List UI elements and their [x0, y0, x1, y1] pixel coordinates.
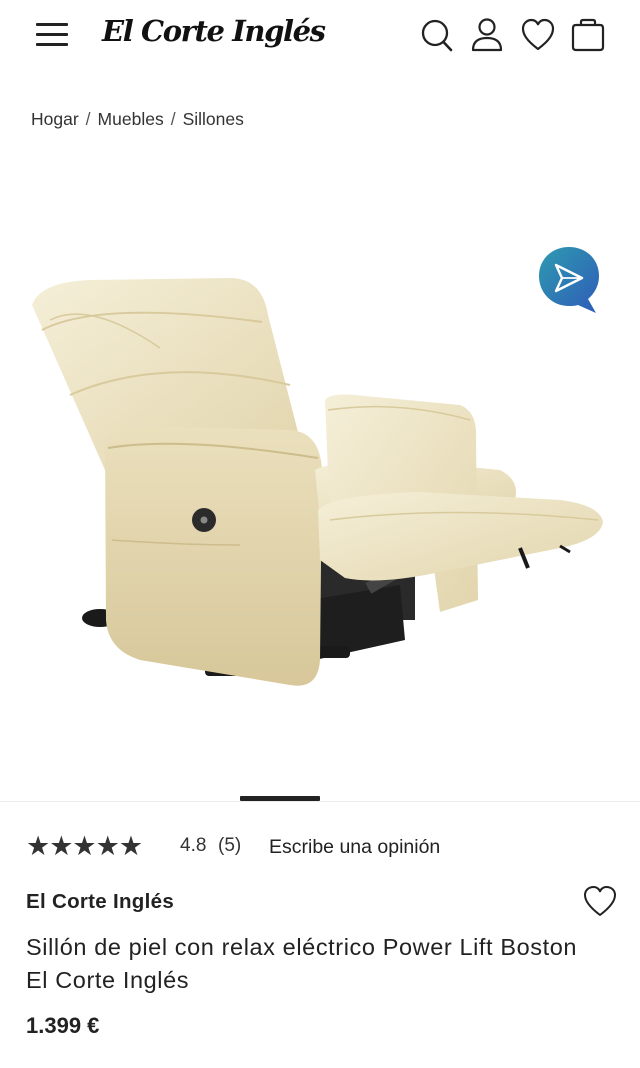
breadcrumb-item-muebles[interactable]: Muebles — [98, 109, 164, 129]
breadcrumb-item-hogar[interactable]: Hogar — [31, 109, 79, 129]
gallery-indicator-active[interactable] — [240, 796, 320, 801]
augmented-reality-icon[interactable] — [536, 245, 602, 315]
site-header: El Corte Inglés — [0, 0, 640, 72]
breadcrumb-separator: / — [170, 109, 176, 129]
breadcrumb-separator: / — [85, 109, 91, 129]
rating-stars[interactable]: ★★★★★ — [26, 831, 143, 861]
breadcrumb-item-sillones[interactable]: Sillones — [183, 109, 244, 129]
write-review-link[interactable]: Escribe una opinión — [269, 836, 440, 859]
breadcrumb: Hogar / Muebles / Sillones — [31, 109, 244, 130]
wishlist-heart-icon[interactable] — [582, 884, 618, 918]
product-brand[interactable]: El Corte Inglés — [26, 890, 174, 914]
product-price: 1.399 € — [26, 1013, 100, 1038]
heart-icon[interactable] — [520, 16, 556, 54]
rating-value: 4.8 — [180, 835, 207, 856]
menu-icon[interactable] — [36, 20, 70, 48]
site-logo[interactable]: El Corte Inglés — [102, 14, 326, 48]
search-icon[interactable] — [419, 16, 455, 54]
product-title: Sillón de piel con relax eléctrico Power… — [26, 934, 578, 993]
bag-icon[interactable] — [570, 16, 606, 54]
gallery-indicator-track — [0, 801, 640, 802]
rating-count[interactable]: (5) — [218, 835, 241, 857]
product-image-gallery[interactable] — [0, 150, 640, 790]
user-icon[interactable] — [469, 16, 505, 54]
